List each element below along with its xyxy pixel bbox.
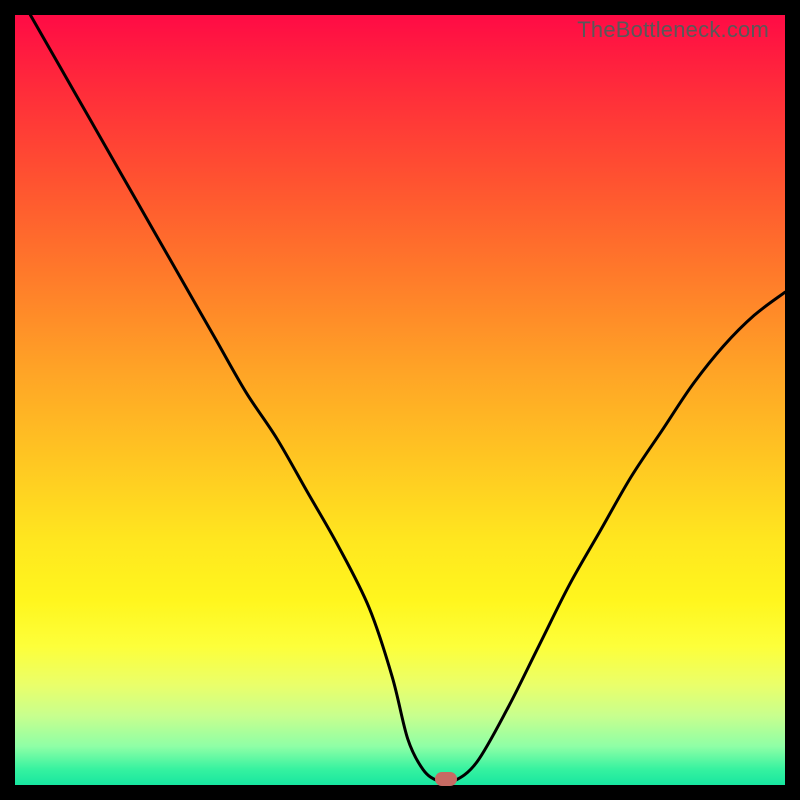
plot-area: TheBottleneck.com — [15, 15, 785, 785]
curve-path — [30, 15, 785, 783]
bottleneck-curve — [15, 15, 785, 785]
optimal-point-marker — [435, 772, 457, 786]
chart-frame: TheBottleneck.com — [0, 0, 800, 800]
